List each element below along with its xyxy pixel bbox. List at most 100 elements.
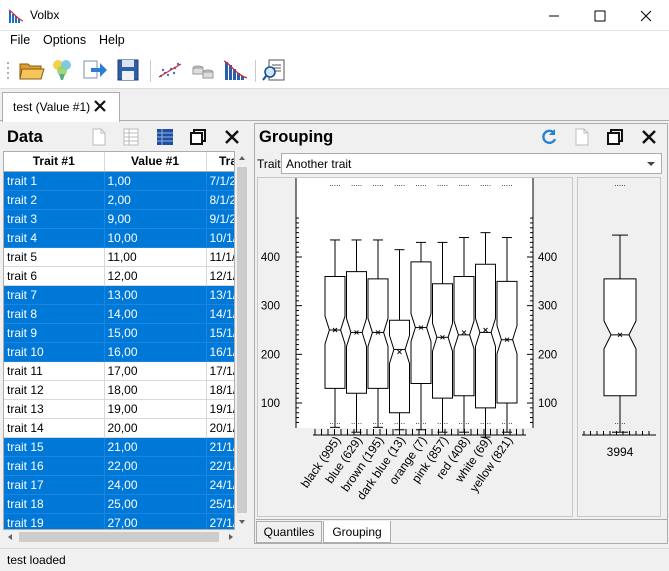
- cell-trait[interactable]: trait 7: [4, 285, 105, 305]
- cell-trait[interactable]: trait 10: [4, 342, 105, 362]
- close-button[interactable]: [623, 0, 669, 31]
- export-icon[interactable]: [81, 56, 109, 84]
- tab-grouping[interactable]: Grouping: [323, 521, 391, 543]
- table-row[interactable]: trait 4 10,00 10/1/: [4, 228, 234, 248]
- table-row[interactable]: trait 14 20,00 20/1/: [4, 418, 234, 438]
- maximize-button[interactable]: [577, 0, 623, 31]
- undock-icon[interactable]: [188, 127, 208, 147]
- open-folder-icon[interactable]: [17, 56, 45, 84]
- column-header-value[interactable]: Value #1: [104, 152, 207, 172]
- cell-trait[interactable]: trait 6: [4, 266, 105, 286]
- cell-value[interactable]: 13,00: [104, 285, 207, 305]
- horizontal-scrollbar[interactable]: [3, 530, 249, 544]
- cell-trait[interactable]: trait 9: [4, 323, 105, 343]
- tab-quantiles[interactable]: Quantiles: [256, 521, 322, 543]
- table-row[interactable]: trait 16 22,00 22/1/: [4, 456, 234, 476]
- cell-value[interactable]: 14,00: [104, 304, 207, 324]
- cell-date[interactable]: 8/1/2: [206, 190, 234, 210]
- cell-trait[interactable]: trait 17: [4, 475, 105, 495]
- cell-date[interactable]: 25/1/: [206, 494, 234, 514]
- cell-date[interactable]: 14/1/: [206, 304, 234, 324]
- cell-trait[interactable]: trait 5: [4, 247, 105, 267]
- save-icon[interactable]: [114, 56, 142, 84]
- column-header-trait[interactable]: Trait #1: [4, 152, 105, 172]
- cell-trait[interactable]: trait 18: [4, 494, 105, 514]
- minimize-button[interactable]: [531, 0, 577, 31]
- undock-icon[interactable]: [605, 127, 625, 147]
- cell-value[interactable]: 15,00: [104, 323, 207, 343]
- menu-file[interactable]: File: [10, 33, 30, 47]
- cell-value[interactable]: 22,00: [104, 456, 207, 476]
- menu-options[interactable]: Options: [43, 33, 86, 47]
- cell-date[interactable]: 21/1/: [206, 437, 234, 457]
- cell-value[interactable]: 1,00: [104, 171, 207, 191]
- cell-value[interactable]: 19,00: [104, 399, 207, 419]
- cell-value[interactable]: 11,00: [104, 247, 207, 267]
- cell-value[interactable]: 27,00: [104, 513, 207, 529]
- cell-date[interactable]: 12/1/: [206, 266, 234, 286]
- table-row[interactable]: trait 6 12,00 12/1/: [4, 266, 234, 286]
- cell-value[interactable]: 2,00: [104, 190, 207, 210]
- cell-date[interactable]: 13/1/: [206, 285, 234, 305]
- cell-value[interactable]: 20,00: [104, 418, 207, 438]
- table-row[interactable]: trait 2 2,00 8/1/2: [4, 190, 234, 210]
- table-row[interactable]: trait 5 11,00 11/1/: [4, 247, 234, 267]
- cell-value[interactable]: 16,00: [104, 342, 207, 362]
- cell-trait[interactable]: trait 1: [4, 171, 105, 191]
- cell-trait[interactable]: trait 19: [4, 513, 105, 529]
- cell-trait[interactable]: trait 14: [4, 418, 105, 438]
- cell-value[interactable]: 10,00: [104, 228, 207, 248]
- cell-value[interactable]: 18,00: [104, 380, 207, 400]
- table-row[interactable]: trait 7 13,00 13/1/: [4, 285, 234, 305]
- cell-date[interactable]: 10/1/: [206, 228, 234, 248]
- table-columns-icon[interactable]: [155, 127, 175, 147]
- cell-trait[interactable]: trait 15: [4, 437, 105, 457]
- cell-date[interactable]: 18/1/: [206, 380, 234, 400]
- cell-date[interactable]: 7/1/2: [206, 171, 234, 191]
- cell-value[interactable]: 21,00: [104, 437, 207, 457]
- table-row[interactable]: trait 19 27,00 27/1/: [4, 513, 234, 529]
- summary-boxplot[interactable]: .......... 3994: [578, 178, 660, 516]
- table-row[interactable]: trait 3 9,00 9/1/2: [4, 209, 234, 229]
- cell-value[interactable]: 24,00: [104, 475, 207, 495]
- cell-trait[interactable]: trait 12: [4, 380, 105, 400]
- cell-trait[interactable]: trait 8: [4, 304, 105, 324]
- cell-trait[interactable]: trait 13: [4, 399, 105, 419]
- table-icon[interactable]: [121, 127, 141, 147]
- cell-date[interactable]: 17/1/: [206, 361, 234, 381]
- cell-date[interactable]: 9/1/2: [206, 209, 234, 229]
- table-row[interactable]: trait 15 21,00 21/1/: [4, 437, 234, 457]
- cell-value[interactable]: 12,00: [104, 266, 207, 286]
- cell-trait[interactable]: trait 2: [4, 190, 105, 210]
- close-tab-icon[interactable]: [93, 99, 107, 113]
- cell-date[interactable]: 15/1/: [206, 323, 234, 343]
- table-row[interactable]: trait 13 19,00 19/1/: [4, 399, 234, 419]
- cell-trait[interactable]: trait 3: [4, 209, 105, 229]
- menu-help[interactable]: Help: [99, 33, 125, 47]
- new-document-icon[interactable]: [572, 127, 592, 147]
- inspect-icon[interactable]: [261, 56, 289, 84]
- column-header-trans[interactable]: Trans: [206, 152, 234, 172]
- table-row[interactable]: trait 9 15,00 15/1/: [4, 323, 234, 343]
- filter-icon[interactable]: [48, 56, 76, 84]
- new-document-icon[interactable]: [89, 127, 109, 147]
- cell-trait[interactable]: trait 11: [4, 361, 105, 381]
- table-row[interactable]: trait 11 17,00 17/1/: [4, 361, 234, 381]
- table-row[interactable]: trait 17 24,00 24/1/: [4, 475, 234, 495]
- close-panel-icon[interactable]: [222, 127, 242, 147]
- cell-value[interactable]: 9,00: [104, 209, 207, 229]
- cell-date[interactable]: 22/1/: [206, 456, 234, 476]
- scatter-icon[interactable]: [156, 56, 184, 84]
- grouping-boxplot[interactable]: 100 100 200 200 300 300 400 400................…: [258, 178, 572, 516]
- cell-date[interactable]: 20/1/: [206, 418, 234, 438]
- close-panel-icon[interactable]: [639, 127, 659, 147]
- weights-icon[interactable]: [189, 56, 217, 84]
- cell-trait[interactable]: trait 16: [4, 456, 105, 476]
- table-row[interactable]: trait 10 16,00 16/1/: [4, 342, 234, 362]
- cell-value[interactable]: 17,00: [104, 361, 207, 381]
- cell-value[interactable]: 25,00: [104, 494, 207, 514]
- table-row[interactable]: trait 12 18,00 18/1/: [4, 380, 234, 400]
- table-row[interactable]: trait 8 14,00 14/1/: [4, 304, 234, 324]
- cell-date[interactable]: 24/1/: [206, 475, 234, 495]
- vertical-scrollbar[interactable]: [235, 151, 249, 530]
